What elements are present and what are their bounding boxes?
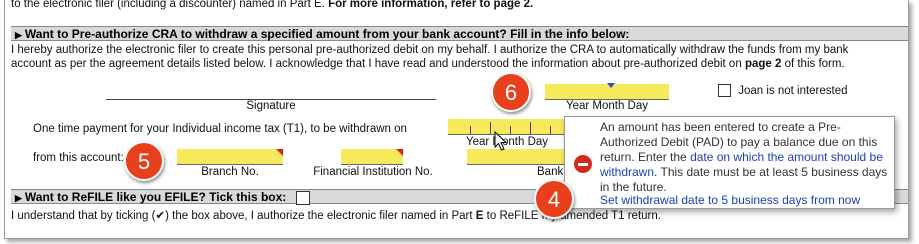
bank-account-field[interactable]: [467, 149, 567, 165]
top-info-line: to the electronic filer (including a dis…: [11, 0, 533, 10]
set-withdrawal-date-link[interactable]: Set withdrawal date to 5 business days f…: [600, 193, 860, 208]
refile-text-a: I understand that by ticking (: [11, 210, 156, 222]
institution-number-field[interactable]: [341, 149, 403, 165]
one-time-payment-label: One time payment for your Individual inc…: [33, 123, 407, 135]
signature-label: Signature: [246, 100, 296, 112]
field-divider: [470, 126, 471, 134]
signature-date-label: Year Month Day: [565, 100, 649, 112]
branch-number-field[interactable]: [177, 149, 283, 165]
joan-not-interested-checkbox[interactable]: [718, 84, 731, 97]
authorize-text: account as per the agreement details lis…: [11, 58, 742, 70]
from-account-label: from this account:: [33, 152, 124, 164]
required-marker-icon: [276, 149, 283, 156]
required-marker-icon: [396, 149, 403, 156]
section-pad-header: ▶ Want to Pre-authorize CRA to withdraw a…: [11, 26, 908, 41]
signature-field[interactable]: [106, 82, 436, 100]
refile-text-b: ) the box above, I authorize the electro…: [165, 210, 473, 222]
section-refile-title: Want to ReFILE like you EFILE? Tick this…: [24, 190, 287, 204]
triangle-bullet-icon: ▶: [15, 193, 22, 203]
branch-number-label: Branch No.: [201, 166, 259, 178]
field-divider: [550, 126, 551, 134]
annotation-badge-5: 5: [124, 141, 164, 181]
section-pad-title: Want to Pre-authorize CRA to withdraw a …: [24, 27, 630, 41]
authorize-paragraph-line1: I hereby authorize the electronic filer …: [11, 44, 849, 56]
mouse-cursor-icon: [494, 131, 508, 151]
page2-ref: page 2: [744, 58, 782, 70]
field-divider: [530, 122, 531, 134]
triangle-bullet-icon: ▶: [15, 30, 22, 40]
authorize-paragraph-line2: account as per the agreement details lis…: [11, 58, 845, 70]
top-info-text: to the electronic filer (including a dis…: [11, 0, 325, 10]
pad-date-tooltip: An amount has been entered to create a P…: [564, 116, 895, 209]
field-divider: [490, 122, 491, 134]
signature-date-field[interactable]: [545, 83, 669, 100]
field-divider: [510, 126, 511, 134]
top-info-bold: For more information, refer to page 2.: [328, 0, 534, 10]
authorize-text-end: of this form.: [784, 58, 845, 70]
annotation-badge-4: 4: [534, 179, 574, 219]
part-e-ref: E: [475, 210, 484, 222]
joan-not-interested-label: Joan is not interested: [738, 84, 848, 97]
form-page: to the electronic filer (including a dis…: [0, 0, 919, 244]
date-marker-icon: [607, 83, 615, 88]
checkmark-icon: ✔: [155, 210, 166, 222]
withdrawal-date-field[interactable]: [448, 119, 572, 135]
refile-checkbox[interactable]: [295, 190, 310, 205]
tooltip-message: An amount has been entered to create a P…: [600, 120, 890, 195]
error-icon: [574, 155, 592, 173]
refile-text-c: to ReFILE my amended T1 return.: [486, 210, 661, 222]
annotation-badge-6: 6: [491, 72, 531, 112]
joan-not-interested-row: Joan is not interested: [718, 84, 848, 97]
institution-number-label: Financial Institution No.: [313, 166, 433, 178]
